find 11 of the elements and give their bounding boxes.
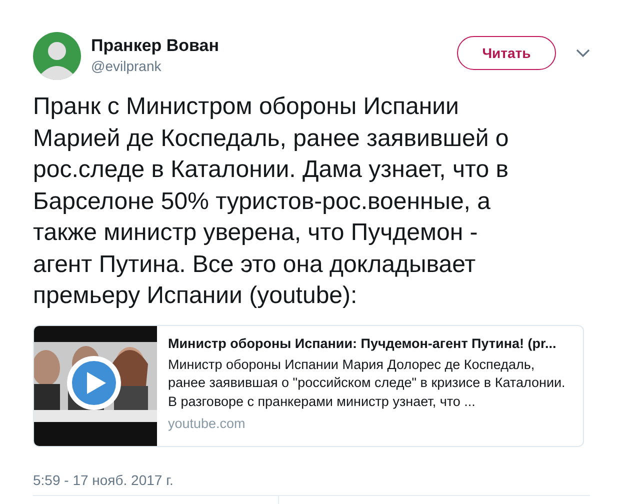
author-name[interactable]: Пранкер Вован [91,35,220,57]
card-title: Министр обороны Испании: Пучдемон-агент Путина! (pr... [168,334,558,352]
link-card[interactable] [33,324,584,446]
avatar-icon[interactable] [33,32,81,80]
follow-button[interactable]: Читать [457,36,556,70]
chevron-down-icon[interactable] [576,49,590,58]
tweet-text: Пранк с Министром обороны Испании Марией де Коспедаль, ранее заявившей о рос.следе в Каталонии. Дама узнает, что в Барселоне 50% туристов-рос.военные, а также министр уверена, что Пучдемон - агент Путина. Все это она докладывает премьеру Испании (youtube): [33,92,510,311]
card-domain: youtube.com [168,415,246,433]
timestamp[interactable]: 5:59 - 17 нояб. 2017 г. [33,472,174,488]
author-handle[interactable]: @evilprank [91,57,220,75]
card-description: Министр обороны Испании Мария Долорес де Коспедаль, ранее заявившая о "российском следе" в кризисе в Каталонии. В разговоре с пранкерами министр узнает, что ... [168,356,566,411]
